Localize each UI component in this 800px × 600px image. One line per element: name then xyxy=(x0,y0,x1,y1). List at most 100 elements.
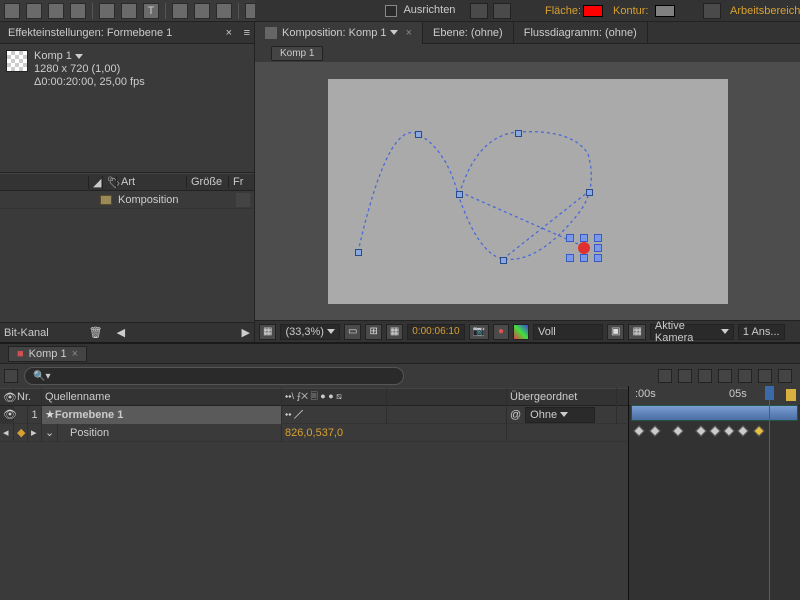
selection-tool-icon[interactable] xyxy=(4,3,20,19)
type-column[interactable]: Art xyxy=(116,176,186,188)
trash-icon[interactable]: 🗑 xyxy=(89,326,103,339)
keyframe-icon[interactable] xyxy=(737,425,748,436)
parent-dropdown[interactable]: Ohne xyxy=(525,407,595,423)
keyframe-nav-prev-icon[interactable]: ◂ xyxy=(0,424,14,442)
keyframe-icon[interactable] xyxy=(672,425,683,436)
scroll-left-icon[interactable]: ◀ xyxy=(117,326,125,339)
project-item[interactable]: Komposition xyxy=(0,191,254,209)
pickwhip-icon[interactable]: @ xyxy=(510,409,521,421)
bit-depth-label[interactable]: Bit-Kanal xyxy=(4,327,49,339)
keyframe-icon[interactable] xyxy=(649,425,660,436)
dropdown-icon[interactable] xyxy=(75,54,83,59)
motion-anchor[interactable] xyxy=(515,130,522,137)
rotate-tool-icon[interactable] xyxy=(70,3,86,19)
dropdown-icon[interactable] xyxy=(390,30,398,35)
snap-icon[interactable] xyxy=(470,3,488,19)
resolution-icon[interactable]: ▭ xyxy=(344,324,361,340)
panel-title[interactable]: Effekteinstellungen: Formebene 1 xyxy=(8,27,172,39)
timecode-button[interactable] xyxy=(4,369,18,383)
motion-anchor[interactable] xyxy=(415,131,422,138)
parent-column[interactable]: Übergeordnet xyxy=(507,388,617,406)
snap-edge-icon[interactable] xyxy=(493,3,511,19)
graph-editor-icon[interactable] xyxy=(778,369,792,383)
keyframe-icon[interactable] xyxy=(723,425,734,436)
zoom-tool-icon[interactable] xyxy=(48,3,64,19)
canvas-area[interactable] xyxy=(255,62,800,320)
frame-blend-icon[interactable] xyxy=(698,369,712,383)
brush-tool-icon[interactable] xyxy=(172,3,188,19)
stroke-label[interactable]: Kontur: xyxy=(613,5,648,17)
motion-anchor[interactable] xyxy=(456,191,463,198)
tab-close-icon[interactable]: × xyxy=(72,348,78,360)
panel-close-icon[interactable]: × xyxy=(226,27,232,39)
timecode-display[interactable]: 0:00:06:10 xyxy=(407,324,464,340)
keyframe-nav-next-icon[interactable]: ▸ xyxy=(28,424,42,442)
visibility-toggle[interactable]: 👁 xyxy=(0,406,14,424)
property-row[interactable]: ◂ ◆ ▸ ⌄ Position 826,0,537,0 xyxy=(0,424,628,442)
size-column[interactable]: Größe xyxy=(186,176,228,188)
draft3d-icon[interactable] xyxy=(678,369,692,383)
comp-thumbnail[interactable] xyxy=(6,50,28,72)
keyframe-icon[interactable] xyxy=(753,425,764,436)
current-time-indicator[interactable] xyxy=(769,386,770,600)
scroll-right-icon[interactable]: ▶ xyxy=(242,326,250,339)
channel-icon[interactable]: ● xyxy=(493,324,509,340)
shape-object[interactable] xyxy=(578,242,590,254)
hand-tool-icon[interactable] xyxy=(26,3,42,19)
layer-row[interactable]: 👁 1 ★ Formebene 1 ⬩⬩ ╱ @Ohne xyxy=(0,406,628,424)
breadcrumb[interactable]: Komp 1 xyxy=(271,46,323,61)
item-menu-icon[interactable] xyxy=(236,193,250,207)
bezier-icon[interactable] xyxy=(703,3,721,19)
clone-tool-icon[interactable] xyxy=(194,3,210,19)
timeline-tracks[interactable]: :00s 05s xyxy=(628,386,800,600)
tag-col-icon[interactable]: 🏷 xyxy=(102,176,116,189)
align-checkbox[interactable] xyxy=(385,5,397,17)
source-name-column[interactable]: Quellenname xyxy=(42,388,282,406)
motion-anchor[interactable] xyxy=(500,257,507,264)
tab-flowchart[interactable]: Flussdiagramm: (ohne) xyxy=(514,22,648,44)
num-column[interactable]: Nr. xyxy=(14,388,42,406)
alpha-icon[interactable]: ▦ xyxy=(259,324,276,340)
comp-mini-flow-icon[interactable] xyxy=(658,369,672,383)
keyframe-icon[interactable] xyxy=(633,425,644,436)
views-dropdown[interactable]: 1 Ans... xyxy=(738,324,785,340)
brainstorm-icon[interactable] xyxy=(738,369,752,383)
grid-icon[interactable]: ▦ xyxy=(386,324,403,340)
stroke-swatch[interactable] xyxy=(655,5,675,17)
property-name[interactable]: Position xyxy=(58,424,282,442)
fr-column[interactable]: Fr xyxy=(228,176,248,188)
text-tool-icon[interactable]: T xyxy=(143,3,159,19)
roi-icon[interactable]: ▣ xyxy=(607,324,624,340)
keyframe-icon[interactable] xyxy=(709,425,720,436)
keyframe-icon[interactable] xyxy=(695,425,706,436)
timeline-tab[interactable]: ■ Komp 1 × xyxy=(8,346,87,362)
panel-menu-icon[interactable]: ≡ xyxy=(244,27,250,39)
property-value[interactable]: 826,0,537,0 xyxy=(282,424,507,442)
transparency-icon[interactable]: ▦ xyxy=(628,324,645,340)
motion-anchor[interactable] xyxy=(355,249,362,256)
shape-tool-icon[interactable] xyxy=(99,3,115,19)
motion-blur-icon[interactable] xyxy=(718,369,732,383)
fill-swatch[interactable] xyxy=(583,5,603,17)
search-input[interactable]: 🔍▾ xyxy=(24,367,404,385)
tab-composition[interactable]: Komposition: Komp 1 × xyxy=(255,22,423,44)
eraser-tool-icon[interactable] xyxy=(216,3,232,19)
comp-name[interactable]: Komp 1 xyxy=(34,50,72,62)
zoom-dropdown[interactable]: (33,3%) xyxy=(280,324,340,340)
label-col-icon[interactable]: ◢ xyxy=(88,176,102,189)
stopwatch-icon[interactable]: ◆ xyxy=(14,424,28,442)
av-col-icon[interactable]: 👁 xyxy=(0,388,14,406)
snapshot-icon[interactable]: 📷 xyxy=(469,324,489,340)
keyframe-track[interactable] xyxy=(629,423,800,439)
fill-label[interactable]: Fläche: xyxy=(545,5,581,17)
color-mgmt-icon[interactable] xyxy=(513,324,529,340)
safe-zones-icon[interactable]: ⊞ xyxy=(365,324,381,340)
tab-layer[interactable]: Ebene: (ohne) xyxy=(423,22,514,44)
auto-keyframe-icon[interactable] xyxy=(758,369,772,383)
tab-close-icon[interactable]: × xyxy=(406,27,412,39)
motion-anchor[interactable] xyxy=(586,189,593,196)
layer-duration-bar[interactable] xyxy=(631,405,798,421)
resolution-dropdown[interactable]: Voll xyxy=(533,324,603,340)
layer-name[interactable]: Formebene 1 xyxy=(55,409,123,421)
cti-head-icon[interactable] xyxy=(765,386,774,400)
